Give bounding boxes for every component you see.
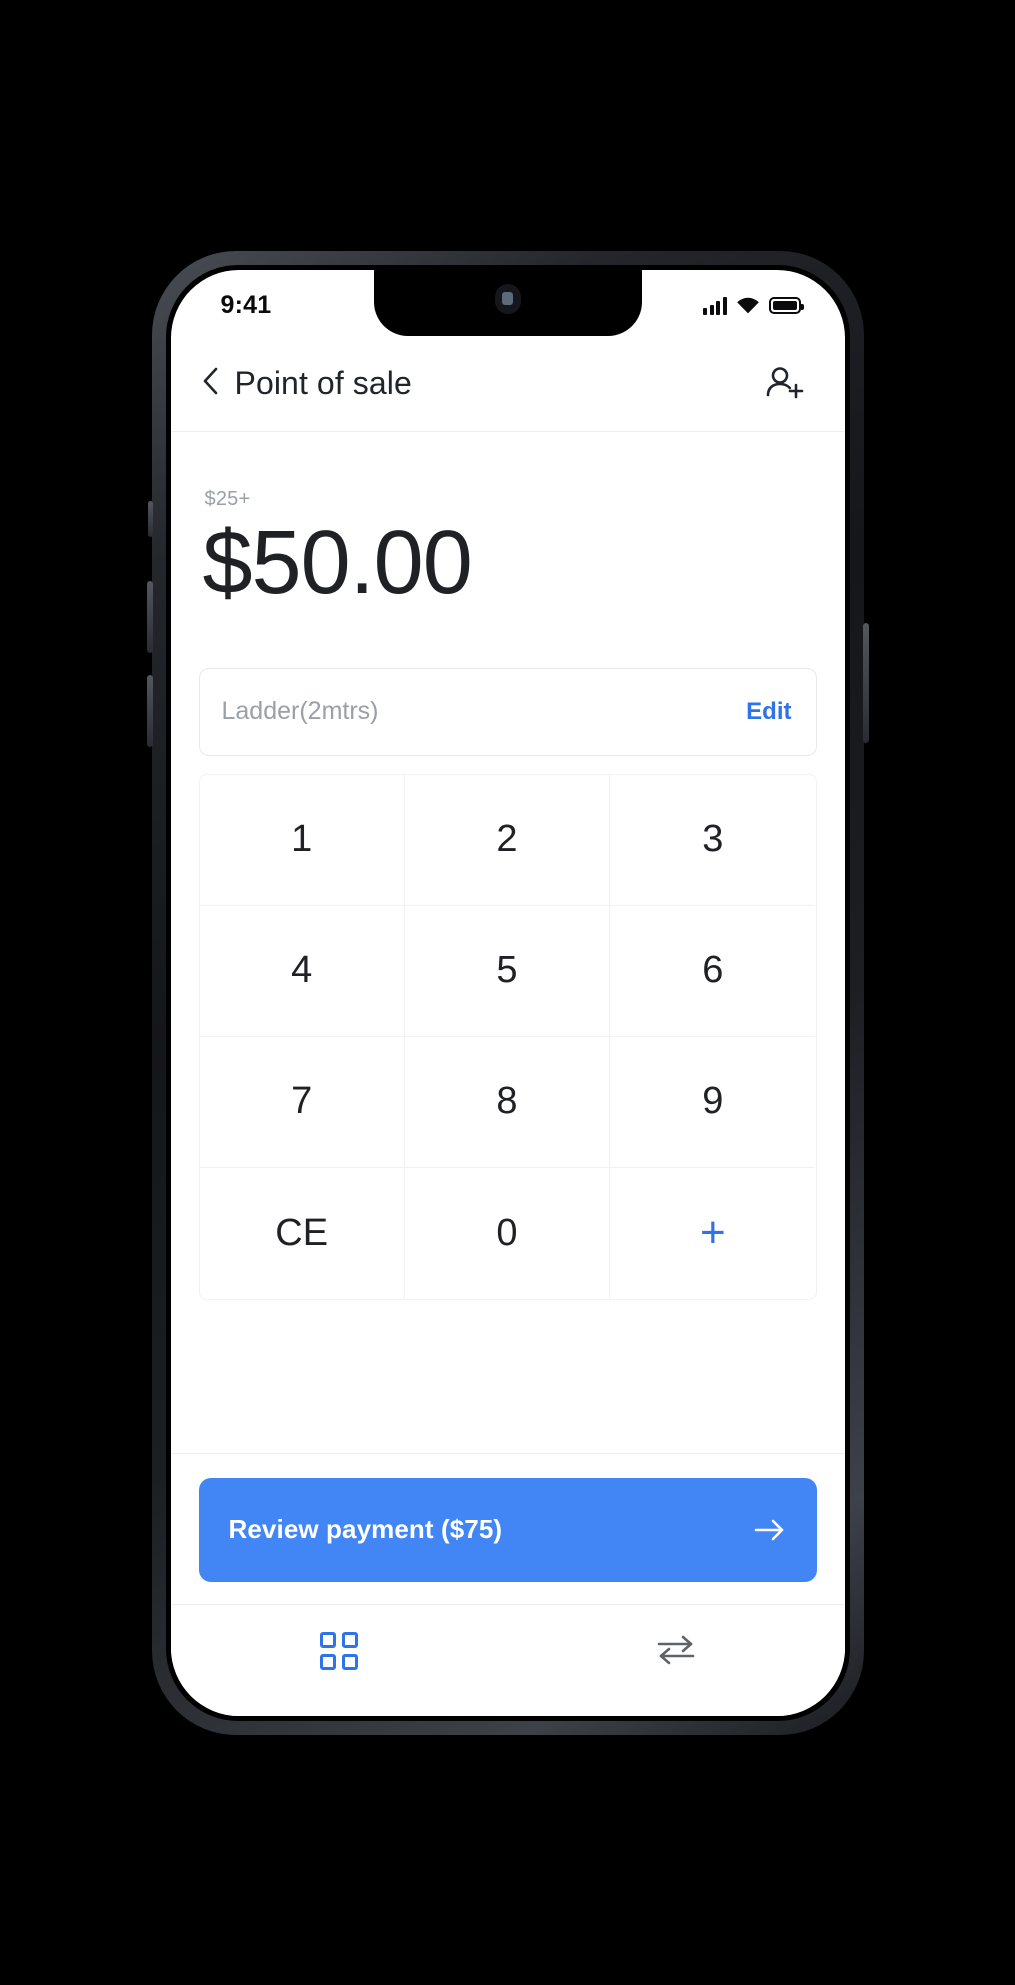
volume-up-button[interactable] (146, 580, 153, 653)
key-8[interactable]: 8 (404, 1036, 611, 1168)
battery-icon (768, 297, 804, 314)
tab-apps[interactable] (171, 1632, 508, 1670)
key-5[interactable]: 5 (404, 905, 611, 1037)
line-item-name: Ladder(2mtrs) (221, 697, 379, 726)
bottom-tab-bar (170, 1603, 845, 1716)
app-screen: 9:41 Point of sale $25+ $50.00 Ladder(2m… (170, 269, 845, 1716)
cellular-signal-icon (703, 296, 727, 315)
key-add[interactable]: + (610, 1167, 816, 1299)
wifi-icon (736, 297, 760, 315)
review-payment-button[interactable]: Review payment ($75) (198, 1477, 817, 1582)
keypad-section: 1 2 3 4 5 6 7 8 9 CE 0 + (170, 755, 845, 1300)
key-3[interactable]: 3 (610, 774, 816, 906)
phone-device-frame: 9:41 Point of sale $25+ $50.00 Ladder(2m… (146, 250, 869, 1735)
transfer-arrows-icon (653, 1632, 699, 1671)
key-4[interactable]: 4 (199, 905, 405, 1037)
amount-hint: $25+ (204, 487, 251, 510)
key-0[interactable]: 0 (404, 1167, 611, 1299)
key-clear-entry[interactable]: CE (199, 1167, 405, 1299)
arrow-right-icon (753, 1517, 787, 1543)
key-7[interactable]: 7 (199, 1036, 405, 1168)
screenshot-canvas: 9:41 Point of sale $25+ $50.00 Ladder(2m… (0, 0, 1015, 1985)
edit-item-button[interactable]: Edit (746, 698, 791, 726)
status-icon-group (703, 296, 804, 315)
add-person-icon[interactable] (763, 363, 807, 403)
earpiece-speaker-icon (494, 283, 521, 314)
device-notch (373, 269, 642, 336)
phone-bezel: 9:41 Point of sale $25+ $50.00 Ladder(2m… (165, 264, 850, 1721)
status-time: 9:41 (220, 291, 272, 319)
item-section: Ladder(2mtrs) Edit (170, 629, 845, 756)
header-left-group: Point of sale (201, 365, 412, 402)
key-9[interactable]: 9 (610, 1036, 816, 1168)
front-camera-icon (502, 292, 513, 305)
numeric-keypad: 1 2 3 4 5 6 7 8 9 CE 0 + (198, 773, 817, 1300)
power-button[interactable] (862, 622, 869, 743)
page-header: Point of sale (170, 335, 845, 432)
page-title: Point of sale (234, 364, 412, 401)
key-1[interactable]: 1 (199, 774, 405, 906)
review-payment-label: Review payment ($75) (228, 1514, 503, 1544)
line-item-row[interactable]: Ladder(2mtrs) Edit (198, 667, 817, 756)
key-2[interactable]: 2 (404, 774, 611, 906)
amount-section: $25+ $50.00 (170, 431, 845, 630)
tab-transfers[interactable] (508, 1632, 845, 1671)
volume-down-button[interactable] (146, 674, 153, 747)
silent-switch[interactable] (147, 500, 153, 537)
cta-section: Review payment ($75) (170, 1452, 845, 1604)
amount-value: $50.00 (202, 512, 473, 613)
key-6[interactable]: 6 (610, 905, 816, 1037)
chevron-left-icon[interactable] (201, 366, 219, 401)
grid-apps-icon (320, 1632, 358, 1670)
